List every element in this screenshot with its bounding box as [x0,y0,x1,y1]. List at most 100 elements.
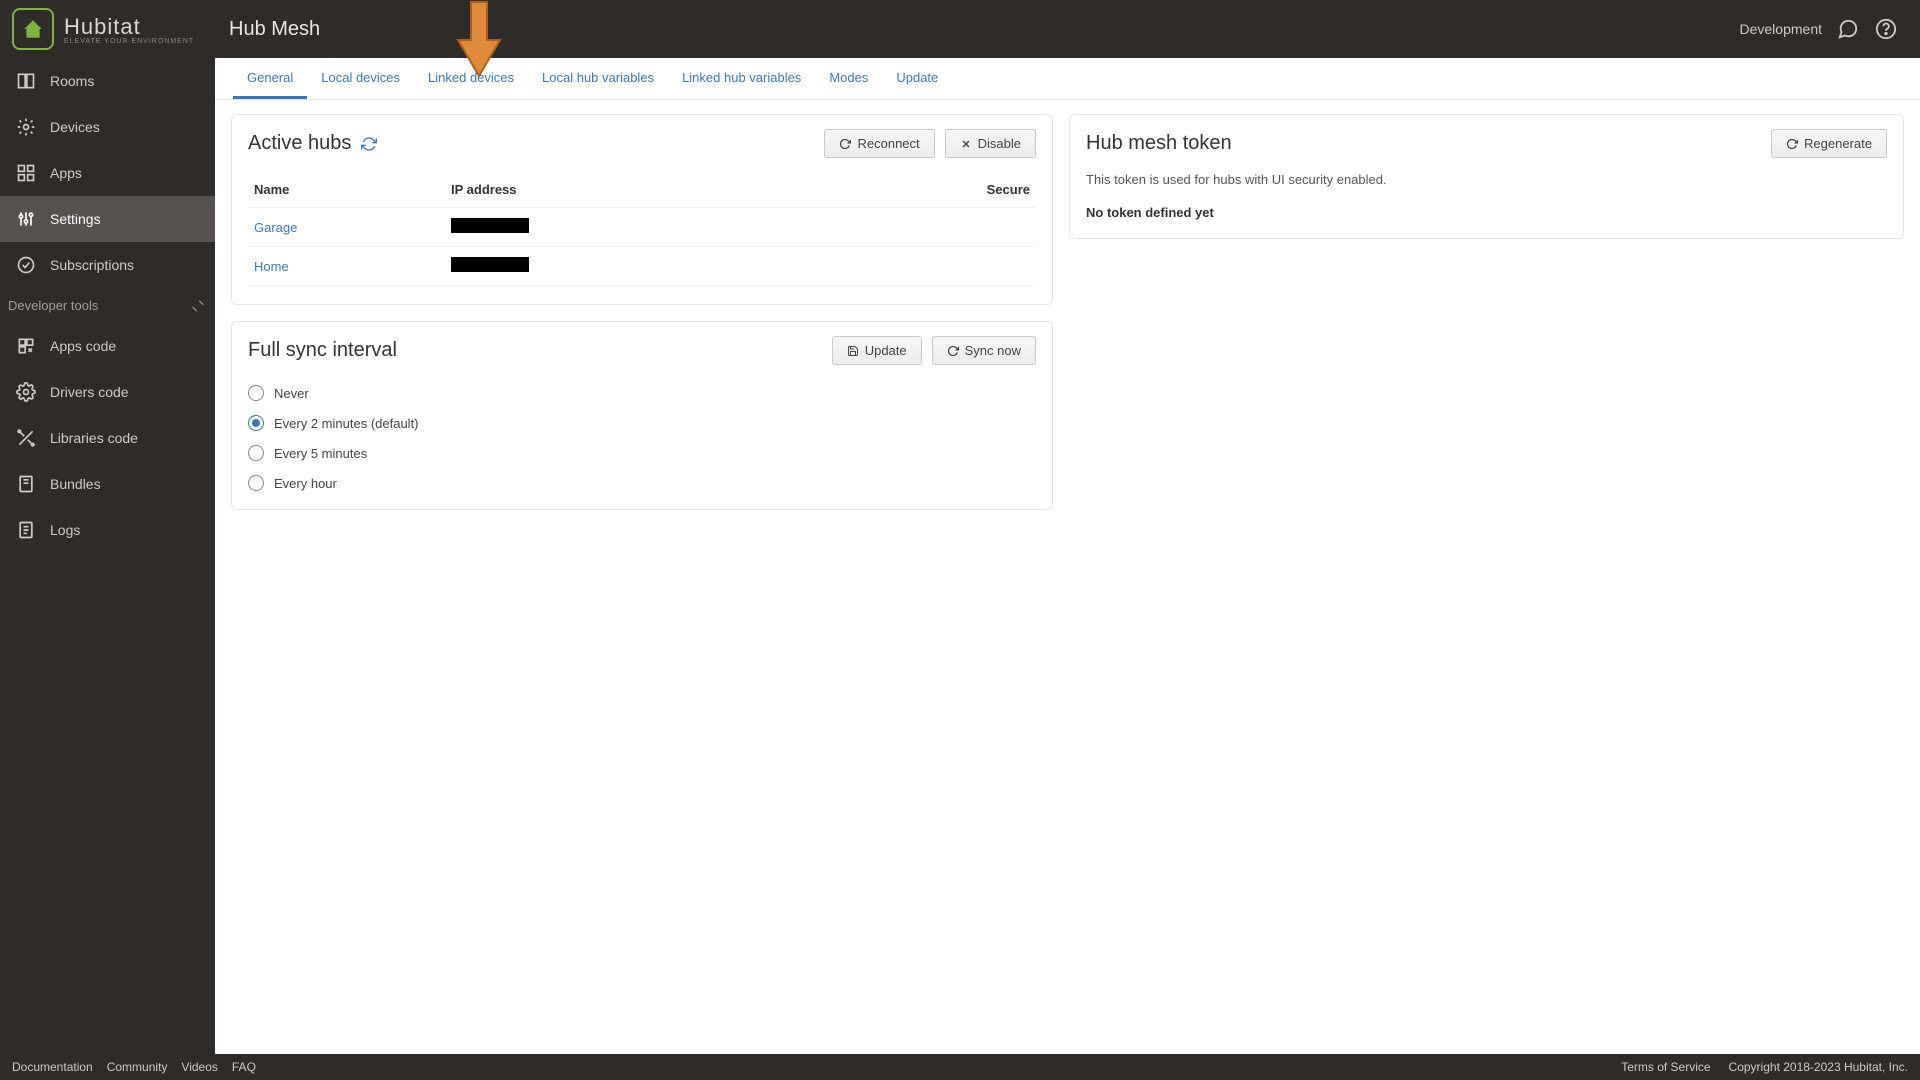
radio-icon [248,415,264,431]
sync-radio-group: Never Every 2 minutes (default) Every 5 … [248,379,1036,491]
footer-copyright: Copyright 2018-2023 Hubitat, Inc. [1729,1060,1908,1074]
table-row: Garage [248,208,1036,247]
token-card: Hub mesh token Regenerate This token is … [1069,114,1904,239]
logo[interactable]: Hubitat ELEVATE YOUR ENVIRONMENT [0,0,215,58]
footer-faq[interactable]: FAQ [232,1060,256,1074]
apps-icon [16,163,36,183]
logs-icon [16,520,36,540]
active-hubs-card: Active hubs Reconnect Disable [231,114,1053,305]
reconnect-icon [839,138,851,150]
col-secure: Secure [839,172,1036,208]
hub-link[interactable]: Home [254,259,289,274]
radio-hour[interactable]: Every hour [248,475,1036,491]
sync-interval-card: Full sync interval Update Sync now Never [231,321,1053,510]
col-ip: IP address [445,172,839,208]
radio-5min[interactable]: Every 5 minutes [248,445,1036,461]
footer-videos[interactable]: Videos [181,1060,217,1074]
section-label: Developer tools [8,298,98,313]
disable-button[interactable]: Disable [945,129,1036,158]
tab-local-hub-variables[interactable]: Local hub variables [528,58,668,99]
nav-label: Devices [50,119,100,135]
footer-community[interactable]: Community [107,1060,168,1074]
content: General Local devices Linked devices Loc… [215,58,1920,1054]
footer-links: Documentation Community Videos FAQ [12,1060,256,1074]
nav-apps[interactable]: Apps [0,150,215,196]
active-hubs-title: Active hubs [248,132,377,155]
refresh-hubs-icon[interactable] [361,136,377,152]
nav-bundles[interactable]: Bundles [0,461,215,507]
nav-logs[interactable]: Logs [0,507,215,553]
nav-label: Bundles [50,476,101,492]
redacted-ip [451,218,529,233]
radio-icon [248,475,264,491]
token-empty-text: No token defined yet [1086,205,1887,220]
sync-icon [947,345,959,357]
sync-title: Full sync interval [248,339,397,362]
nav-label: Apps [50,165,82,181]
tab-modes[interactable]: Modes [815,58,882,99]
hubs-table: Name IP address Secure Garage Home [248,172,1036,286]
nav-label: Settings [50,211,101,227]
brand-tagline: ELEVATE YOUR ENVIRONMENT [64,38,194,45]
tab-update[interactable]: Update [882,58,952,99]
collapse-icon[interactable] [191,299,205,313]
regenerate-button[interactable]: Regenerate [1771,129,1887,158]
footer-documentation[interactable]: Documentation [12,1060,93,1074]
tab-local-devices[interactable]: Local devices [307,58,414,99]
tab-linked-devices[interactable]: Linked devices [414,58,528,99]
token-title: Hub mesh token [1086,132,1232,155]
tab-linked-hub-variables[interactable]: Linked hub variables [668,58,815,99]
nav-label: Libraries code [50,430,138,446]
sidebar: Rooms Devices Apps Settings Subscription… [0,58,215,1054]
hub-link[interactable]: Garage [254,220,297,235]
nav-label: Apps code [50,338,116,354]
token-description: This token is used for hubs with UI secu… [1086,172,1887,187]
nav-rooms[interactable]: Rooms [0,58,215,104]
redacted-ip [451,257,529,272]
radio-2min[interactable]: Every 2 minutes (default) [248,415,1036,431]
nav-label: Subscriptions [50,257,134,273]
col-name: Name [248,172,445,208]
house-icon [22,18,44,40]
subscriptions-icon [16,255,36,275]
topbar-right: Development [1740,17,1920,41]
footer-terms[interactable]: Terms of Service [1621,1060,1710,1074]
nav-label: Logs [50,522,80,538]
devices-icon [16,117,36,137]
drivers-code-icon [16,382,36,402]
nav-label: Rooms [50,73,94,89]
chat-icon[interactable] [1836,17,1860,41]
apps-code-icon [16,336,36,356]
nav-devices[interactable]: Devices [0,104,215,150]
nav-subscriptions[interactable]: Subscriptions [0,242,215,288]
footer-right: Terms of Service Copyright 2018-2023 Hub… [1621,1060,1908,1074]
save-icon [847,345,859,357]
settings-icon [16,209,36,229]
logo-mark [12,8,54,50]
bundles-icon [16,474,36,494]
tab-general[interactable]: General [233,58,307,99]
radio-icon [248,445,264,461]
close-icon [960,138,972,150]
update-sync-button[interactable]: Update [832,336,922,365]
syncnow-button[interactable]: Sync now [932,336,1036,365]
nav-settings[interactable]: Settings [0,196,215,242]
nav-section-devtools: Developer tools [0,288,215,323]
tabbar: General Local devices Linked devices Loc… [215,58,1920,100]
brand-name: Hubitat [64,14,141,39]
reconnect-button[interactable]: Reconnect [824,129,934,158]
env-label[interactable]: Development [1740,21,1823,37]
table-row: Home [248,247,1036,286]
nav-label: Drivers code [50,384,129,400]
topbar: Hubitat ELEVATE YOUR ENVIRONMENT Hub Mes… [0,0,1920,58]
libraries-code-icon [16,428,36,448]
nav-apps-code[interactable]: Apps code [0,323,215,369]
radio-icon [248,385,264,401]
help-icon[interactable] [1874,17,1898,41]
rooms-icon [16,71,36,91]
page-title: Hub Mesh [229,18,320,41]
nav-drivers-code[interactable]: Drivers code [0,369,215,415]
radio-never[interactable]: Never [248,385,1036,401]
regenerate-icon [1786,138,1798,150]
nav-libraries-code[interactable]: Libraries code [0,415,215,461]
